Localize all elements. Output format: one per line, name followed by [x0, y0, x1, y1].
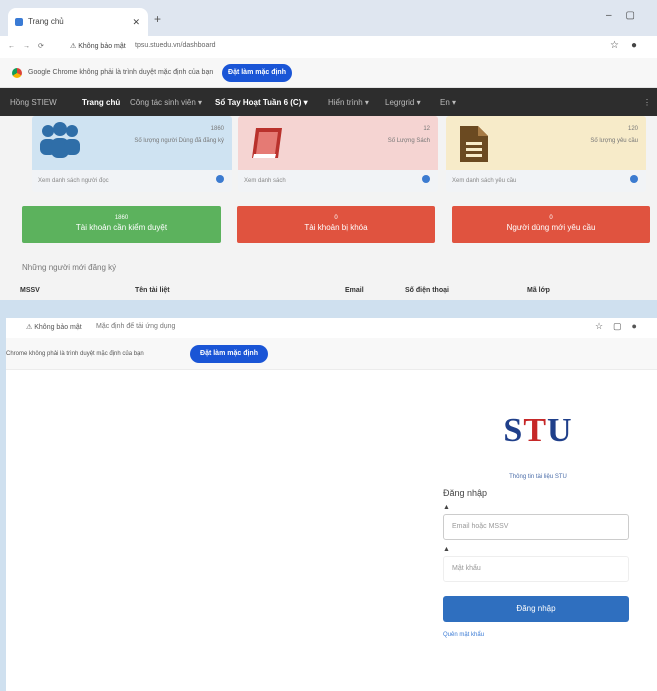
card-users: 1860 Số lượng người Dùng đã đăng ký Xem …: [32, 116, 232, 192]
users-icon: [40, 122, 80, 158]
default-browser-infobar-2: Chrome không phải là trình duyệt mặc địn…: [6, 338, 657, 370]
card-users-footer[interactable]: Xem danh sách người đọc: [32, 170, 232, 192]
address-bar-2: ⚠ Không bảo mật Mặc định để tải ứng dụng…: [6, 318, 657, 338]
col-mssv: MSSV: [20, 287, 40, 294]
tab-trang-chu[interactable]: Trang chủ ✕: [8, 8, 148, 36]
recent-registrations-title: Những người mới đăng ký: [22, 263, 117, 272]
set-default-button-2[interactable]: Đặt làm mặc định: [190, 345, 268, 363]
warning-icon: ⚠: [26, 324, 33, 331]
brand-label[interactable]: Hồng STIEW: [10, 98, 57, 107]
col-class: Mã lớp: [527, 287, 550, 294]
user-icon: ▲: [443, 504, 450, 511]
profile-icon[interactable]: ☆▢●: [595, 321, 647, 332]
window-controls[interactable]: –▢: [606, 10, 649, 21]
col-email: Email: [345, 287, 364, 294]
card-books: 12 Số Lượng Sách Xem danh sách: [238, 116, 438, 192]
login-heading: Đăng nhập: [443, 488, 488, 498]
card-users-top: 1860 Số lượng người Dùng đã đăng ký: [32, 116, 232, 170]
card-requests: 120 Số lượng yêu cầu Xem danh sách yêu c…: [446, 116, 646, 192]
password-field[interactable]: Mật khẩu: [443, 556, 629, 582]
favicon-icon: [15, 18, 23, 26]
new-tab-icon[interactable]: +: [154, 12, 161, 26]
logo-text: STU: [503, 412, 573, 449]
menu-item-legrgrid[interactable]: Legrgrid ▾: [385, 98, 421, 107]
tab-strip: Trang chủ ✕ + –▢: [0, 0, 657, 36]
stats-cards: 1860 Số lượng người Dùng đã đăng ký Xem …: [0, 116, 657, 192]
locked-accounts-button[interactable]: 0 Tài khoản bị khóa: [237, 206, 435, 243]
security-warning[interactable]: ⚠ Không bảo mật: [70, 42, 126, 50]
profile-icon[interactable]: ☆●: [610, 40, 649, 51]
default-browser-infobar: Google Chrome không phải là trình duyệt …: [0, 58, 657, 88]
menu-item-student-affairs[interactable]: Công tác sinh viên ▾: [130, 98, 202, 107]
warning-icon: ⚠: [70, 43, 77, 50]
set-default-button[interactable]: Đặt làm mặc định: [222, 64, 292, 82]
infobar-message: Google Chrome không phải là trình duyệt …: [28, 69, 214, 76]
card-books-top: 12 Số Lượng Sách: [238, 116, 438, 170]
arrow-right-icon: [216, 175, 224, 183]
document-icon: [460, 126, 488, 162]
menu-item-home[interactable]: Trang chủ: [82, 98, 120, 107]
card-books-footer[interactable]: Xem danh sách: [238, 170, 438, 192]
address-bar: ←→⟳ ⚠ Không bảo mật tpsu.stuedu.vn/dashb…: [0, 36, 657, 58]
new-requests-button[interactable]: 0 Người dùng mới yêu cầu: [452, 206, 650, 243]
card-requests-footer[interactable]: Xem danh sách yêu cầu: [446, 170, 646, 192]
card-requests-count: 120: [627, 126, 638, 132]
logo-subtitle: Thông tin tài liệu STU: [509, 474, 567, 480]
col-name: Tên tài liệt: [135, 287, 170, 294]
tab-title: Trang chủ: [28, 17, 64, 26]
book-icon: [252, 128, 282, 158]
card-requests-top: 120 Số lượng yêu cầu: [446, 116, 646, 170]
security-warning-2[interactable]: ⚠ Không bảo mật: [26, 323, 82, 331]
email-field[interactable]: Email hoặc MSSV: [443, 514, 629, 540]
login-button[interactable]: Đăng nhập: [443, 596, 629, 622]
infobar-message-2: Chrome không phải là trình duyệt mặc địn…: [6, 351, 144, 357]
card-books-count: 12: [423, 126, 430, 132]
user-menu-icon[interactable]: ⋮: [643, 98, 651, 107]
card-books-label: Số Lượng Sách: [387, 138, 430, 144]
arrow-right-icon: [630, 175, 638, 183]
menu-item-language[interactable]: En ▾: [440, 98, 456, 107]
pending-accounts-button[interactable]: 1860 Tài khoản cần kiểm duyệt: [22, 206, 221, 243]
main-menu: Hồng STIEW Trang chủ Công tác sinh viên …: [0, 88, 657, 116]
chrome-icon: [12, 68, 22, 78]
url-text-2[interactable]: Mặc định để tải ứng dụng: [96, 323, 175, 330]
col-phone: Số điện thoại: [405, 287, 449, 294]
menu-item-handbook[interactable]: Sổ Tay Hoạt Tuần 6 (C) ▾: [215, 98, 308, 107]
card-requests-label: Số lượng yêu cầu: [590, 138, 638, 144]
card-users-label: Số lượng người Dùng đã đăng ký: [134, 138, 224, 144]
lock-icon: ▲: [443, 546, 450, 553]
forgot-password-link[interactable]: Quên mật khẩu: [443, 632, 633, 638]
arrow-right-icon: [422, 175, 430, 183]
stu-logo: STU: [443, 400, 633, 460]
menu-item-display[interactable]: Hiển trình ▾: [328, 98, 369, 107]
dashboard-window: Trang chủ ✕ + –▢ ←→⟳ ⚠ Không bảo mật tps…: [0, 0, 657, 300]
card-users-count: 1860: [210, 126, 224, 132]
url-text[interactable]: tpsu.stuedu.vn/dashboard: [135, 42, 216, 49]
close-tab-icon[interactable]: ✕: [132, 8, 140, 36]
nav-buttons-icon[interactable]: ←→⟳: [8, 42, 52, 50]
login-form: STU Thông tin tài liệu STU Đăng nhập ▲ E…: [443, 400, 633, 638]
action-buttons: 1860 Tài khoản cần kiểm duyệt 0 Tài khoả…: [0, 206, 657, 244]
login-window: ⚠ Không bảo mật Mặc định để tải ứng dụng…: [6, 318, 657, 691]
